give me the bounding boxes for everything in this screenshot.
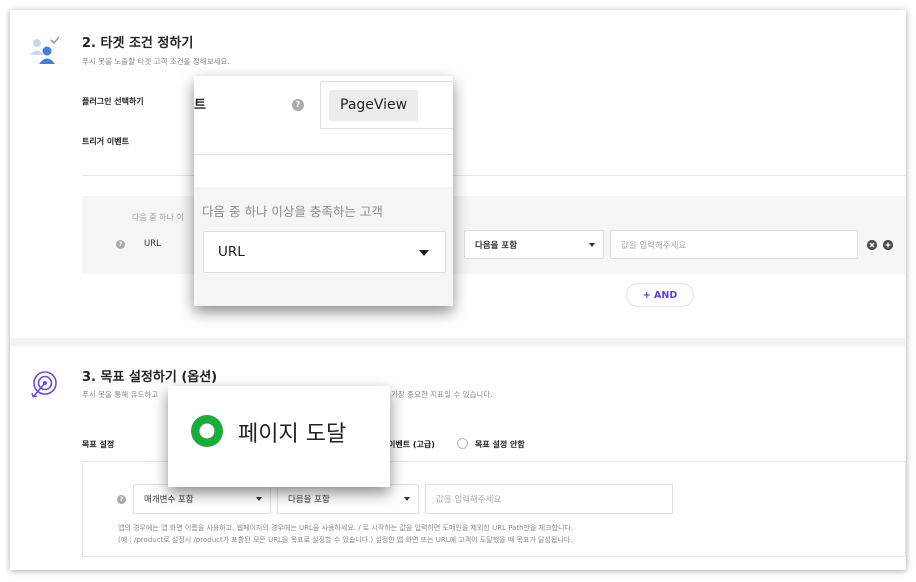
- section-title: 3. 목표 설정하기 (옵션): [82, 370, 218, 385]
- section-description: 푸시 봇을 통해 유도하고: [82, 390, 159, 399]
- radio-page-reach-label[interactable]: 페이지 도달: [238, 416, 346, 448]
- goal-value-input[interactable]: 값을 입력해주세요: [425, 484, 673, 514]
- zoom-spacer: [194, 155, 453, 187]
- attribute-select[interactable]: URL: [134, 229, 194, 259]
- plugin-select-label: 플러그인 선택하기: [82, 97, 144, 106]
- goal-setting-label: 목표 설정: [82, 440, 115, 449]
- goal-param-select[interactable]: 매개변수 포함: [133, 484, 271, 514]
- zoom-callout-page-reach: 페이지 도달: [168, 386, 390, 487]
- target-goal-icon: [31, 371, 57, 398]
- attribute-value: URL: [144, 239, 161, 249]
- radio-selected-icon[interactable]: [190, 414, 224, 448]
- attribute-select[interactable]: URL: [203, 231, 446, 273]
- chevron-down-icon: [589, 242, 595, 247]
- section-description-tail: 가장 중요한 지표일 수 있습니다.: [391, 390, 493, 399]
- hint-text-line2: (예 : /product로 설정시 /product가 포함된 모든 URL을…: [118, 536, 573, 544]
- section-description: 푸시 봇을 노출할 타겟 고객 조건을 정해보세요.: [82, 57, 230, 66]
- operator-value: 다음을 포함: [475, 240, 518, 251]
- help-icon[interactable]: ?: [292, 99, 304, 111]
- target-condition-section: 2. 타겟 조건 정하기 푸시 봇을 노출할 타겟 고객 조건을 정해보세요. …: [10, 10, 906, 338]
- condition-title: 다음 중 하나 이상을 충족하는 고객: [202, 204, 383, 219]
- chevron-down-icon: [256, 497, 262, 501]
- operator-value: 다음을 포함: [288, 495, 330, 505]
- goal-operator-select[interactable]: 다음을 포함: [277, 484, 419, 514]
- param-value: 매개변수 포함: [144, 495, 194, 505]
- radio-no-goal[interactable]: [457, 438, 468, 449]
- chevron-down-icon: [419, 250, 429, 256]
- zoom-callout-trigger: 트 ? PageView 다음 중 하나 이상을 충족하는 고객 URL: [194, 76, 453, 306]
- condition-value-input[interactable]: 값을 입력해주세요: [610, 230, 858, 259]
- hint-text-line1: 앱의 경우에는 앱 화면 이름을 사용하고, 웹페이지의 경우에는 URL을 사…: [118, 524, 574, 532]
- goal-setting-section: 3. 목표 설정하기 (옵션) 푸시 봇을 통해 유도하고 가장 중요한 지표일…: [10, 346, 906, 570]
- add-condition-icon[interactable]: [883, 240, 893, 250]
- zoom-trigger-row: 트 ? PageView: [194, 76, 453, 154]
- trigger-select-box[interactable]: PageView: [320, 81, 453, 129]
- help-icon[interactable]: ?: [117, 495, 126, 504]
- zoom-condition-panel: 다음 중 하나 이상을 충족하는 고객 URL: [194, 187, 453, 306]
- screenshot-frame: 2. 타겟 조건 정하기 푸시 봇을 노출할 타겟 고객 조건을 정해보세요. …: [10, 10, 906, 570]
- target-users-icon: [30, 36, 60, 64]
- value-placeholder: 값을 입력해주세요: [621, 240, 687, 251]
- condition-header: 다음 중 하나 이: [132, 213, 184, 222]
- help-icon[interactable]: ?: [116, 240, 125, 249]
- operator-select[interactable]: 다음을 포함: [464, 230, 604, 259]
- add-and-button[interactable]: + AND: [626, 283, 694, 307]
- trigger-event-label: 트리거 이벤트: [82, 137, 129, 146]
- section-title: 2. 타겟 조건 정하기: [82, 36, 194, 51]
- trigger-label-fragment: 트: [194, 98, 206, 113]
- value-placeholder: 값을 입력해주세요: [436, 495, 502, 505]
- radio-event-advanced-label[interactable]: 이벤트 (고급): [388, 439, 435, 450]
- chevron-down-icon: [404, 497, 410, 501]
- trigger-value-chip[interactable]: PageView: [329, 90, 419, 121]
- attribute-value: URL: [218, 244, 245, 260]
- remove-condition-icon[interactable]: [867, 240, 877, 250]
- radio-no-goal-label[interactable]: 목표 설정 안함: [475, 439, 525, 450]
